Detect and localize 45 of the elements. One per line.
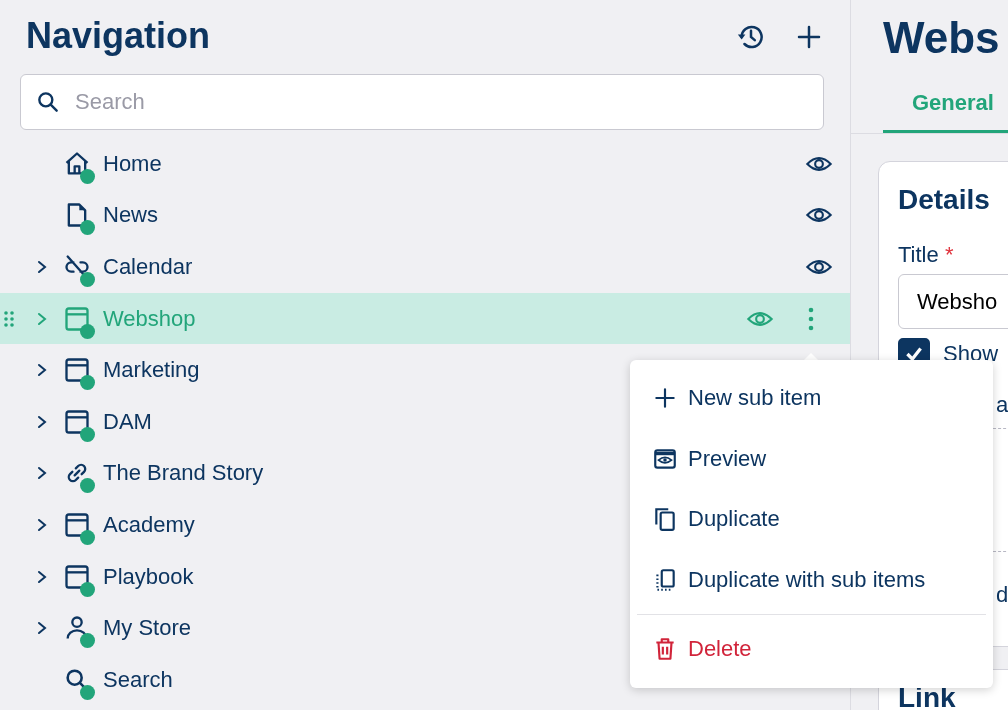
copy-icon: [652, 506, 678, 533]
search-icon: [35, 89, 61, 115]
item-label: Search: [103, 666, 173, 693]
field-label: d: [995, 582, 1008, 608]
menu-item[interactable]: Duplicate: [630, 489, 993, 550]
item-label: My Store: [103, 615, 192, 642]
chevron-icon[interactable]: [35, 569, 49, 584]
item-label: Webshop: [103, 305, 196, 332]
menu-item[interactable]: Delete: [630, 619, 993, 680]
section-heading: Details: [898, 184, 991, 217]
item-label: News: [103, 202, 158, 229]
menu-item[interactable]: Preview: [630, 428, 993, 489]
title-field[interactable]: Websho: [898, 274, 1008, 329]
window-icon: [63, 510, 91, 539]
menu-item[interactable]: New sub item: [630, 368, 993, 429]
menu-item[interactable]: Duplicate with sub items: [630, 549, 993, 610]
item-label: Home: [103, 150, 162, 177]
field-label: Title: [898, 242, 939, 267]
chevron-icon[interactable]: [35, 621, 49, 636]
search-field[interactable]: Search: [20, 74, 824, 130]
field-label: a: [995, 392, 1008, 418]
item-label: Marketing: [103, 357, 200, 384]
item-label: DAM: [103, 408, 152, 435]
window-icon: [63, 407, 91, 436]
tree-item[interactable]: Home: [0, 138, 850, 190]
tree-item[interactable]: News: [0, 189, 850, 242]
tree-item[interactable]: Calendar: [0, 241, 850, 293]
required-mark: *: [944, 242, 954, 267]
home-icon: [63, 149, 91, 178]
item-label: Playbook: [103, 563, 194, 590]
window-icon: [63, 356, 91, 385]
item-label: The Brand Story: [103, 460, 264, 487]
panel-title: Navigation: [26, 15, 212, 57]
section-heading: Link: [898, 684, 957, 710]
item-label: Academy: [103, 511, 195, 538]
item-label: Calendar: [103, 254, 193, 280]
chevron-icon[interactable]: [35, 260, 49, 274]
page-title: Webs: [882, 12, 1001, 64]
window-icon: [63, 562, 91, 591]
chevron-icon[interactable]: [35, 517, 49, 532]
chevron-icon[interactable]: [35, 363, 49, 378]
drag-handle-icon[interactable]: [3, 308, 15, 329]
chevron-icon[interactable]: [35, 466, 49, 481]
chevron-icon[interactable]: [35, 414, 49, 429]
window-icon: [63, 304, 91, 333]
